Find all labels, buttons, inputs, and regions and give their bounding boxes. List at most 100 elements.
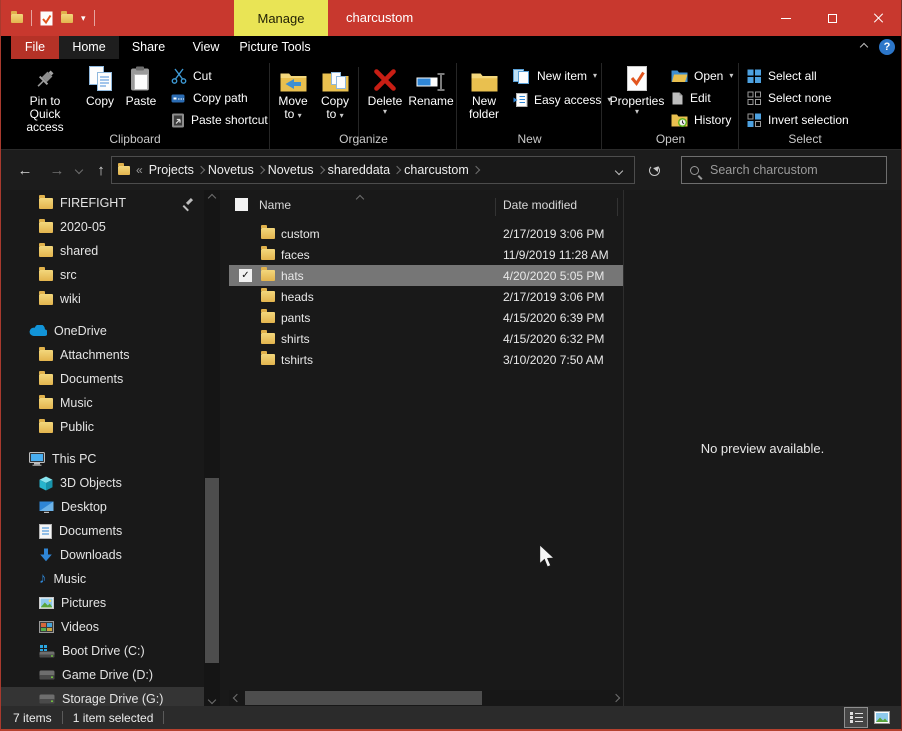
sidebar-item-desktop[interactable]: Desktop bbox=[1, 495, 204, 519]
scroll-right-icon[interactable] bbox=[608, 690, 623, 706]
ribbon-group-divider bbox=[456, 63, 457, 149]
tab-view[interactable]: View bbox=[178, 36, 234, 59]
easy-access-button[interactable]: Easy access ▾ bbox=[513, 90, 611, 110]
date-modified-column-header[interactable]: Date modified bbox=[503, 198, 577, 212]
horizontal-scrollbar[interactable] bbox=[229, 690, 623, 706]
breadcrumb-overflow-icon[interactable]: « bbox=[134, 163, 145, 177]
sidebar-item-public[interactable]: Public bbox=[1, 415, 204, 439]
sidebar-item-boot-drive-c[interactable]: Boot Drive (C:) bbox=[1, 639, 204, 663]
sidebar-item-src[interactable]: src bbox=[1, 263, 204, 287]
select-all-checkbox[interactable] bbox=[235, 198, 248, 211]
invert-selection-icon bbox=[747, 113, 762, 128]
sidebar-item-music-onedrive[interactable]: Music bbox=[1, 391, 204, 415]
tab-share[interactable]: Share bbox=[119, 36, 178, 59]
sidebar-item-documents-onedrive[interactable]: Documents bbox=[1, 367, 204, 391]
sidebar-item-shared[interactable]: shared bbox=[1, 239, 204, 263]
file-row-hats-selected[interactable]: ✓ hats 4/20/2020 5:05 PM bbox=[229, 265, 623, 286]
search-input[interactable] bbox=[708, 162, 878, 178]
address-dropdown-chevron-icon[interactable] bbox=[610, 163, 628, 177]
up-button[interactable]: ↑ bbox=[89, 150, 113, 190]
select-none-button[interactable]: Select none bbox=[747, 88, 831, 108]
large-icons-view-icon bbox=[874, 711, 890, 724]
sidebar-item-onedrive[interactable]: OneDrive bbox=[1, 319, 204, 343]
recent-locations-chevron-icon[interactable] bbox=[71, 150, 87, 190]
sidebar-item-attachments[interactable]: Attachments bbox=[1, 343, 204, 367]
file-row-faces[interactable]: faces 11/9/2019 11:28 AM bbox=[229, 244, 623, 265]
file-row-custom[interactable]: custom 2/17/2019 3:06 PM bbox=[229, 223, 623, 244]
manage-contextual-tab[interactable]: Manage bbox=[234, 0, 328, 36]
scroll-down-icon[interactable] bbox=[204, 692, 220, 706]
sidebar-item-2020-05[interactable]: 2020-05 bbox=[1, 215, 204, 239]
select-all-button[interactable]: Select all bbox=[747, 66, 817, 86]
new-folder-qat-icon[interactable] bbox=[61, 14, 73, 23]
edit-button[interactable]: Edit bbox=[671, 88, 711, 108]
maximize-button[interactable] bbox=[809, 0, 855, 36]
file-row-pants[interactable]: pants 4/15/2020 6:39 PM bbox=[229, 307, 623, 328]
new-group-label: New bbox=[458, 132, 601, 146]
sidebar-item-pictures[interactable]: Pictures bbox=[1, 591, 204, 615]
properties-qat-icon[interactable] bbox=[40, 11, 53, 26]
move-to-button[interactable]: Move to ▾ bbox=[274, 64, 312, 121]
tab-picture-tools[interactable]: Picture Tools bbox=[234, 36, 316, 59]
copy-button[interactable]: Copy bbox=[81, 64, 119, 108]
sidebar-item-music[interactable]: ♪ Music bbox=[1, 567, 204, 591]
cut-button[interactable]: Cut bbox=[171, 66, 212, 86]
breadcrumb-segment[interactable]: Novetus bbox=[264, 163, 318, 177]
dropdown-arrow-icon: ▾ bbox=[340, 111, 344, 120]
copy-to-button[interactable]: Copy to ▾ bbox=[316, 64, 354, 121]
delete-button[interactable]: Delete ▾ bbox=[363, 64, 407, 116]
sidebar-item-documents[interactable]: Documents bbox=[1, 519, 204, 543]
sidebar-item-this-pc[interactable]: This PC bbox=[1, 447, 204, 471]
refresh-button[interactable] bbox=[641, 156, 667, 184]
sidebar-item-wiki[interactable]: wiki bbox=[1, 287, 204, 311]
new-item-button[interactable]: New item ▾ bbox=[513, 66, 597, 86]
large-icons-view-button[interactable] bbox=[871, 708, 893, 727]
details-view-button[interactable] bbox=[845, 708, 867, 727]
tab-file[interactable]: File bbox=[11, 36, 59, 59]
tab-home[interactable]: Home bbox=[59, 36, 119, 59]
breadcrumb-segment[interactable]: shareddata bbox=[324, 163, 395, 177]
sidebar-item-game-drive-d[interactable]: Game Drive (D:) bbox=[1, 663, 204, 687]
scroll-up-icon[interactable] bbox=[204, 190, 220, 205]
file-row-tshirts[interactable]: tshirts 3/10/2020 7:50 AM bbox=[229, 349, 623, 370]
close-button[interactable] bbox=[855, 0, 901, 36]
forward-button[interactable]: → bbox=[43, 150, 71, 190]
paste-shortcut-button[interactable]: Paste shortcut bbox=[171, 110, 268, 130]
search-box[interactable] bbox=[681, 156, 887, 184]
name-column-header[interactable]: Name bbox=[259, 198, 291, 212]
horizontal-scrollbar-thumb[interactable] bbox=[245, 691, 482, 705]
qat-customize-chevron-icon[interactable]: ▾ bbox=[81, 13, 86, 24]
column-divider[interactable] bbox=[495, 198, 496, 216]
new-folder-button[interactable]: New folder bbox=[461, 64, 507, 121]
rename-button[interactable]: Rename bbox=[407, 64, 455, 108]
properties-button[interactable]: Properties ▾ bbox=[609, 64, 665, 116]
row-checkbox-checked[interactable]: ✓ bbox=[239, 269, 252, 282]
back-button[interactable]: ← bbox=[11, 150, 39, 190]
invert-selection-button[interactable]: Invert selection bbox=[747, 110, 849, 130]
breadcrumb-separator-icon[interactable] bbox=[471, 166, 479, 174]
address-bar[interactable]: « Projects Novetus Novetus shareddata ch… bbox=[111, 156, 635, 184]
explorer-app-icon[interactable] bbox=[11, 14, 23, 23]
sidebar-item-storage-drive-g[interactable]: Storage Drive (G:) bbox=[1, 687, 204, 706]
minimize-ribbon-icon[interactable] bbox=[860, 43, 868, 51]
column-divider[interactable] bbox=[617, 198, 618, 216]
breadcrumb-segment[interactable]: charcustom bbox=[400, 163, 473, 177]
file-row-heads[interactable]: heads 2/17/2019 3:06 PM bbox=[229, 286, 623, 307]
sidebar-item-firefight[interactable]: FIREFIGHT bbox=[1, 191, 204, 215]
breadcrumb-segment[interactable]: Novetus bbox=[204, 163, 258, 177]
sidebar-scrollbar[interactable] bbox=[204, 190, 220, 706]
file-row-shirts[interactable]: shirts 4/15/2020 6:32 PM bbox=[229, 328, 623, 349]
copy-path-button[interactable]: Copy path bbox=[171, 88, 248, 108]
help-icon[interactable]: ? bbox=[879, 39, 895, 55]
breadcrumb-segment[interactable]: Projects bbox=[145, 163, 198, 177]
sidebar-item-downloads[interactable]: Downloads bbox=[1, 543, 204, 567]
sidebar-scrollbar-thumb[interactable] bbox=[205, 478, 219, 663]
open-button[interactable]: Open ▾ bbox=[671, 66, 733, 86]
minimize-button[interactable] bbox=[763, 0, 809, 36]
scroll-left-icon[interactable] bbox=[229, 690, 244, 706]
sidebar-item-3d-objects[interactable]: 3D Objects bbox=[1, 471, 204, 495]
sidebar-item-videos[interactable]: Videos bbox=[1, 615, 204, 639]
pin-to-quick-access-button[interactable]: Pin to Quick access bbox=[13, 64, 77, 134]
history-button[interactable]: History bbox=[671, 110, 731, 130]
paste-button[interactable]: Paste bbox=[121, 64, 161, 108]
